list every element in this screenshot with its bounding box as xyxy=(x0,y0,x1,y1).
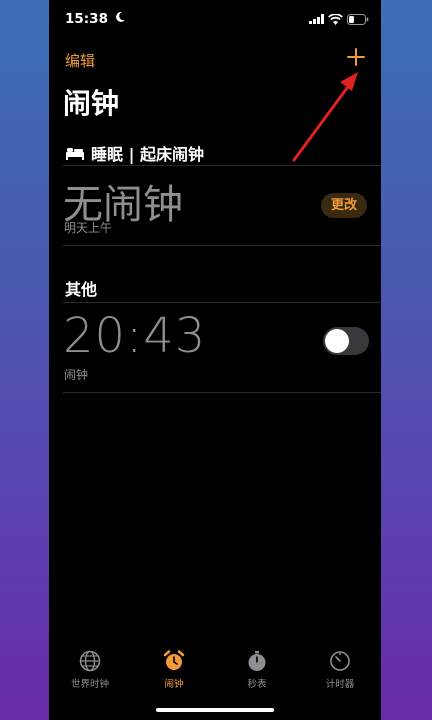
tab-label: 秒表 xyxy=(247,679,267,690)
divider xyxy=(63,165,381,166)
alarm-label: 闹钟 xyxy=(64,368,89,382)
alarm-time: 20:43 xyxy=(63,308,207,364)
stopwatch-icon xyxy=(248,651,266,671)
divider xyxy=(63,302,381,303)
alarm-clock-icon xyxy=(163,650,185,670)
tab-label: 计时器 xyxy=(325,679,355,690)
tab-timer[interactable]: 计时器 xyxy=(305,650,375,690)
divider xyxy=(63,392,381,393)
tab-stopwatch[interactable]: 秒表 xyxy=(222,650,292,690)
wifi-icon xyxy=(328,14,343,25)
bed-icon xyxy=(66,148,84,160)
toggle-knob xyxy=(325,329,349,353)
moon-icon xyxy=(116,11,125,22)
add-alarm-button[interactable] xyxy=(345,46,367,68)
sleep-section-title: 睡眠 | 起床闹钟 xyxy=(91,145,204,164)
globe-icon xyxy=(79,650,101,672)
page-title: 闹钟 xyxy=(63,87,120,120)
sleep-section-header: 睡眠 | 起床闹钟 xyxy=(65,141,204,165)
cellular-signal-icon xyxy=(309,14,324,24)
alarm-toggle[interactable] xyxy=(323,327,369,355)
timer-icon xyxy=(330,651,350,671)
tab-world-clock[interactable]: 世界时钟 xyxy=(55,650,125,690)
phone-screen: 15:38 编辑 闹钟 睡眠 | 起床闹钟 无闹钟 明天上午 更改 其他 20:… xyxy=(49,0,381,720)
tab-label: 世界时钟 xyxy=(70,679,109,690)
battery-icon xyxy=(347,14,369,25)
sleep-subtitle: 明天上午 xyxy=(64,221,113,235)
edit-button[interactable]: 编辑 xyxy=(65,50,95,71)
other-section-header: 其他 xyxy=(65,280,98,299)
status-bar: 15:38 xyxy=(49,8,381,30)
status-time: 15:38 xyxy=(65,11,108,27)
tab-label: 闹钟 xyxy=(164,679,184,690)
divider xyxy=(63,245,381,246)
home-indicator xyxy=(156,708,274,712)
tab-alarm[interactable]: 闹钟 xyxy=(139,650,209,690)
change-button[interactable]: 更改 xyxy=(321,193,367,218)
